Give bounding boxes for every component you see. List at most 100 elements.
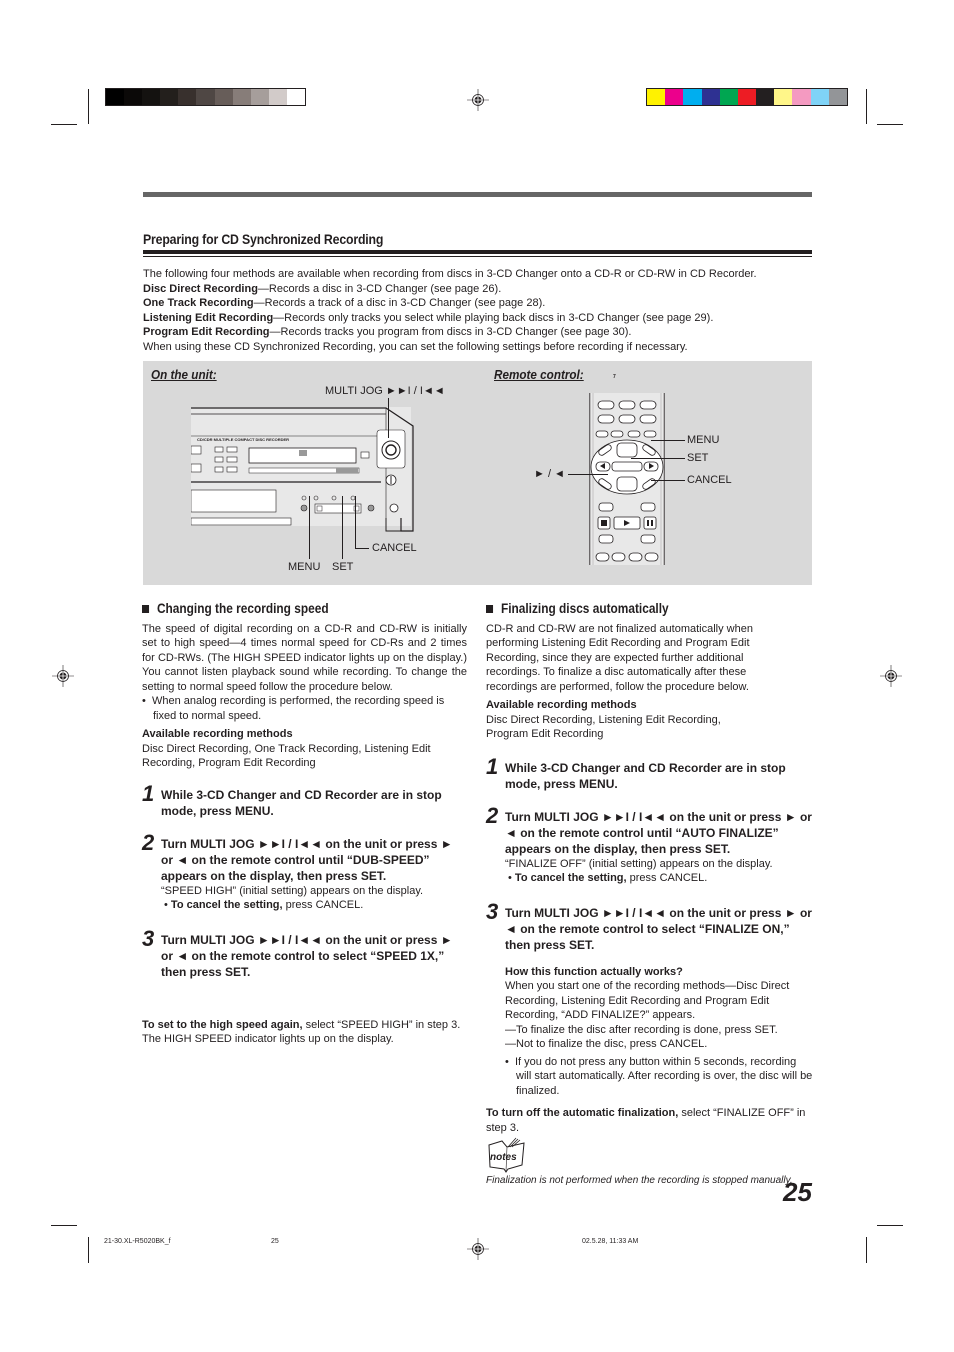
- methods-label: Available recording methods: [486, 699, 637, 711]
- method-item: One Track Recording—Records a track of a…: [143, 296, 813, 311]
- calibration-swatch: [774, 89, 793, 105]
- how-title: How this function actually works?: [505, 965, 683, 978]
- calibration-swatch: [160, 89, 179, 105]
- methods-text: Disc Direct Recording, Listening Edit Re…: [486, 713, 721, 741]
- step-number: 1: [486, 753, 499, 779]
- leader-line: [309, 496, 310, 559]
- callout-set: SET: [687, 452, 709, 464]
- step-2: 2 Turn MULTI JOG ►►I / I◄◄ on the unit o…: [142, 830, 467, 913]
- step-1: 1 While 3-CD Changer and CD Recorder are…: [142, 781, 467, 819]
- leader-line: [355, 496, 356, 548]
- bullet-text: If you do not press any button within 5 …: [514, 1055, 813, 1097]
- leader-line: [651, 440, 685, 441]
- calibration-swatch: [106, 89, 125, 105]
- remote-key-7: 7: [613, 374, 616, 380]
- calibration-swatch: [792, 89, 811, 105]
- finalizing-section: Finalizing discs automatically CD-R and …: [486, 601, 814, 1189]
- callout-menu: MENU: [288, 561, 321, 573]
- step-number: 3: [486, 898, 499, 924]
- calibration-swatch: [268, 89, 287, 105]
- cancel-label: To cancel the setting,: [170, 899, 283, 911]
- bullet-item: • When analog recording is performed, th…: [142, 695, 445, 722]
- calibration-swatch: [250, 89, 269, 105]
- step-1: 1 While 3-CD Changer and CD Recorder are…: [486, 754, 814, 792]
- method-desc: —Records a track of a disc in 3-CD Chang…: [253, 297, 546, 309]
- leader-line: [388, 398, 389, 438]
- method-item: Program Edit Recording—Records tracks yo…: [143, 325, 813, 340]
- calibration-swatch: [701, 89, 720, 105]
- how-it-works: How this function actually works? When y…: [486, 965, 814, 1099]
- crop-line: [866, 1237, 867, 1263]
- calibration-swatch: [232, 89, 251, 105]
- notes-book-icon: notes: [488, 1137, 525, 1173]
- remote-control-illustration: [589, 393, 665, 565]
- how-set: —To finalize the disc after recording is…: [505, 1023, 778, 1036]
- slug-page: 25: [271, 1238, 279, 1245]
- step-text: Turn MULTI JOG ►►I / I◄◄ on the unit or …: [505, 809, 812, 856]
- title-rule: [143, 250, 812, 254]
- slug-filename: 21-30.XL-R5020BK_f: [104, 1238, 171, 1245]
- method-desc: —Records tracks you program from discs i…: [269, 326, 632, 338]
- calibration-swatch: [214, 89, 233, 105]
- subsection-title-text: Finalizing discs automatically: [500, 601, 669, 616]
- grayscale-calibration-strip: [105, 88, 306, 106]
- callout-set: SET: [332, 561, 354, 573]
- calibration-swatch: [683, 89, 702, 105]
- calibration-swatch: [737, 89, 757, 105]
- calibration-swatch: [124, 89, 143, 105]
- section-title: Preparing for CD Synchronized Recording: [143, 231, 384, 247]
- calibration-swatch: [178, 89, 197, 105]
- calibration-swatch: [142, 89, 161, 105]
- crop-line: [877, 124, 903, 125]
- leader-line: [355, 548, 369, 549]
- step-3: 3 Turn MULTI JOG ►►I / I◄◄ on the unit o…: [486, 899, 814, 953]
- turnoff-note: To turn off the automatic finalization, …: [486, 1106, 814, 1135]
- remote-heading: Remote control:: [494, 367, 584, 382]
- cd-recorder-unit-illustration: [191, 407, 414, 532]
- recording-speed-section: Changing the recording speed The speed o…: [142, 601, 467, 1047]
- callout-menu: MENU: [687, 434, 720, 446]
- subsection-title: Changing the recording speed: [142, 601, 428, 617]
- unit-heading: On the unit:: [151, 367, 217, 382]
- step-text: Turn MULTI JOG ►►I / I◄◄ on the unit or …: [505, 905, 812, 952]
- how-body: When you start one of the recording meth…: [505, 980, 790, 1021]
- method-desc: —Records only tracks you select while pl…: [273, 311, 714, 324]
- leader-line: [342, 496, 343, 559]
- method-item: Disc Direct Recording—Records a disc in …: [143, 282, 813, 297]
- step-2: 2 Turn MULTI JOG ►►I / I◄◄ on the unit o…: [486, 803, 814, 886]
- crop-line: [51, 124, 77, 125]
- calibration-swatch: [286, 89, 305, 105]
- header-bar: [143, 192, 812, 197]
- calibration-swatch: [719, 89, 738, 105]
- step-text: While 3-CD Changer and CD Recorder are i…: [161, 787, 442, 818]
- callout-cancel: CANCEL: [372, 542, 417, 554]
- how-cancel: —Not to finalize the disc, press CANCEL.: [505, 1038, 708, 1050]
- subsection-title: Finalizing discs automatically: [486, 601, 775, 617]
- slug-timestamp: 02.5.28, 11:33 AM: [582, 1238, 639, 1245]
- method-name: Disc Direct Recording: [143, 282, 258, 295]
- bullet-item: • If you do not press any button within …: [505, 1055, 813, 1097]
- title-rule: [143, 256, 812, 257]
- step-3: 3 Turn MULTI JOG ►►I / I◄◄ on the unit o…: [142, 926, 467, 980]
- step-number: 3: [142, 925, 155, 951]
- calibration-swatch: [196, 89, 215, 105]
- crop-line: [877, 1225, 903, 1226]
- registration-mark-icon: [880, 665, 902, 687]
- cancel-text: press CANCEL.: [626, 872, 708, 884]
- unit-panel-label: CD/CDR MULTIPLE COMPACT DISC RECORDER: [197, 437, 290, 442]
- body-paragraph: CD-R and CD-RW are not finalized automat…: [486, 622, 753, 693]
- calibration-swatch: [647, 89, 666, 105]
- color-calibration-strip: [646, 88, 848, 106]
- callout-multi-jog: MULTI JOG ►►I / I◄◄: [325, 385, 445, 397]
- step-number: 1: [142, 780, 155, 806]
- method-name: One Track Recording: [143, 297, 254, 309]
- calibration-swatch: [665, 89, 684, 105]
- crop-line: [51, 1225, 77, 1226]
- step-number: 2: [142, 829, 155, 855]
- notes-block: notes: [486, 1137, 814, 1173]
- calibration-swatch: [828, 89, 847, 105]
- methods-text: Disc Direct Recording, One Track Recordi…: [142, 742, 431, 770]
- notes-text: Finalization is not performed when the r…: [486, 1175, 793, 1186]
- body-paragraph: The speed of digital recording on a CD-R…: [142, 622, 467, 693]
- footer-note-label: To set to the high speed again,: [142, 1018, 303, 1031]
